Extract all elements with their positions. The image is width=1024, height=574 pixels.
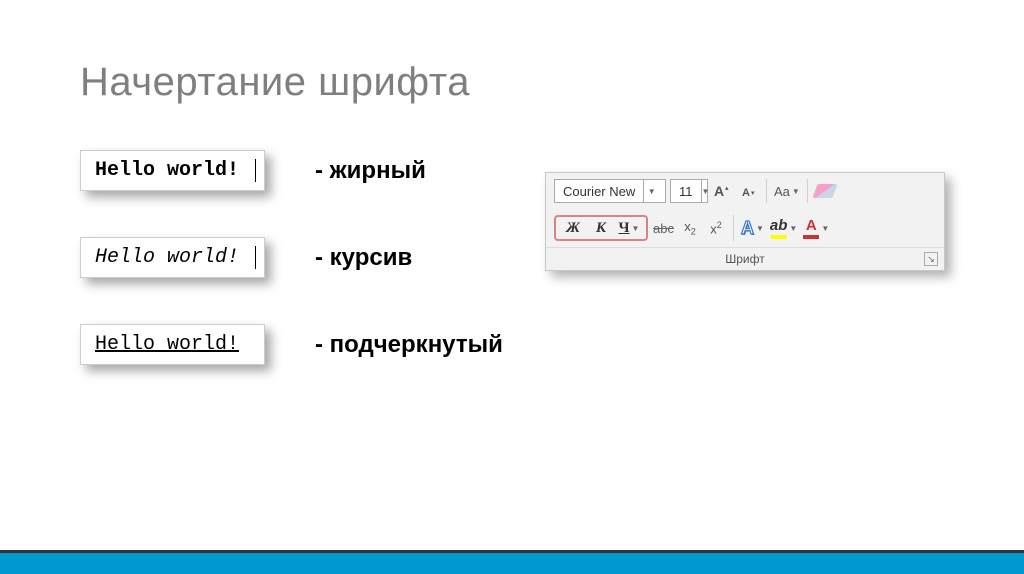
- shrink-font-button[interactable]: A▾: [738, 179, 760, 203]
- eraser-icon: [812, 184, 837, 198]
- svg-text:A: A: [742, 187, 750, 199]
- separator: [807, 179, 808, 203]
- examples-area: Hello world! - жирный Hello world! - кур…: [80, 150, 503, 411]
- example-row-underline: Hello world! - подчеркнутый: [80, 324, 503, 365]
- sample-underline: Hello world!: [80, 324, 265, 365]
- slide-bottom-bar: [0, 550, 1024, 574]
- example-row-bold: Hello world! - жирный: [80, 150, 503, 191]
- highlight-color-button[interactable]: ab ▼: [769, 216, 798, 240]
- ribbon-group-label: Шрифт: [725, 252, 764, 266]
- highlight-underline: [771, 235, 787, 239]
- sample-bold: Hello world!: [80, 150, 265, 191]
- subscript-icon: x2: [684, 219, 696, 237]
- grow-font-button[interactable]: A▴: [712, 179, 734, 203]
- font-color-button[interactable]: A ▼: [802, 216, 830, 240]
- ribbon-row-top: Courier New ▼ 11 ▼ A▴ A▾ Aa ▼: [546, 173, 944, 209]
- font-color-icon: A: [806, 217, 817, 234]
- ribbon-font-group: Courier New ▼ 11 ▼ A▴ A▾ Aa ▼ Ж К Ч▼ abc: [545, 172, 945, 271]
- label-italic: - курсив: [315, 244, 412, 272]
- separator: [766, 179, 767, 203]
- font-size-value: 11: [671, 184, 701, 199]
- svg-text:A: A: [714, 183, 724, 199]
- font-size-combo[interactable]: 11 ▼: [670, 179, 708, 203]
- svg-text:▴: ▴: [725, 185, 729, 192]
- subscript-button[interactable]: x2: [679, 216, 701, 240]
- label-bold: - жирный: [315, 157, 426, 185]
- chevron-down-icon: ▼: [756, 224, 764, 233]
- bold-button[interactable]: Ж: [560, 217, 586, 239]
- chevron-down-icon[interactable]: ▼: [643, 180, 659, 202]
- dialog-launcher-button[interactable]: ↘: [924, 252, 938, 266]
- superscript-button[interactable]: x2: [705, 216, 727, 240]
- font-name-combo[interactable]: Courier New ▼: [554, 179, 666, 203]
- highlight-icon: ab: [770, 217, 788, 234]
- chevron-down-icon: ▼: [792, 187, 800, 196]
- change-case-button[interactable]: Aa ▼: [773, 179, 801, 203]
- text-effects-button[interactable]: A ▼: [740, 216, 765, 240]
- example-row-italic: Hello world! - курсив: [80, 237, 503, 278]
- change-case-icon: Aa: [774, 184, 790, 199]
- sample-italic: Hello world!: [80, 237, 265, 278]
- ribbon-group-footer: Шрифт ↘: [546, 247, 944, 270]
- text-effects-icon: A: [741, 218, 754, 239]
- strikethrough-button[interactable]: abc: [652, 216, 675, 240]
- chevron-down-icon: ▼: [789, 224, 797, 233]
- chevron-down-icon: ▼: [821, 224, 829, 233]
- chevron-down-icon: ▼: [632, 224, 640, 233]
- svg-text:▾: ▾: [751, 190, 755, 197]
- separator: [733, 215, 734, 241]
- chevron-down-icon[interactable]: ▼: [701, 180, 710, 202]
- italic-button[interactable]: К: [588, 217, 614, 239]
- superscript-icon: x2: [710, 220, 722, 236]
- font-color-underline: [803, 235, 819, 239]
- style-buttons-highlight: Ж К Ч▼: [554, 215, 648, 241]
- font-name-value: Courier New: [555, 184, 643, 199]
- clear-formatting-button[interactable]: [814, 179, 836, 203]
- strikethrough-icon: abc: [653, 221, 674, 236]
- slide-title: Начертание шрифта: [80, 60, 470, 105]
- ribbon-row-bottom: Ж К Ч▼ abc x2 x2 A ▼ ab ▼ A: [546, 209, 944, 247]
- underline-button[interactable]: Ч▼: [616, 217, 642, 239]
- label-underline: - подчеркнутый: [315, 331, 503, 359]
